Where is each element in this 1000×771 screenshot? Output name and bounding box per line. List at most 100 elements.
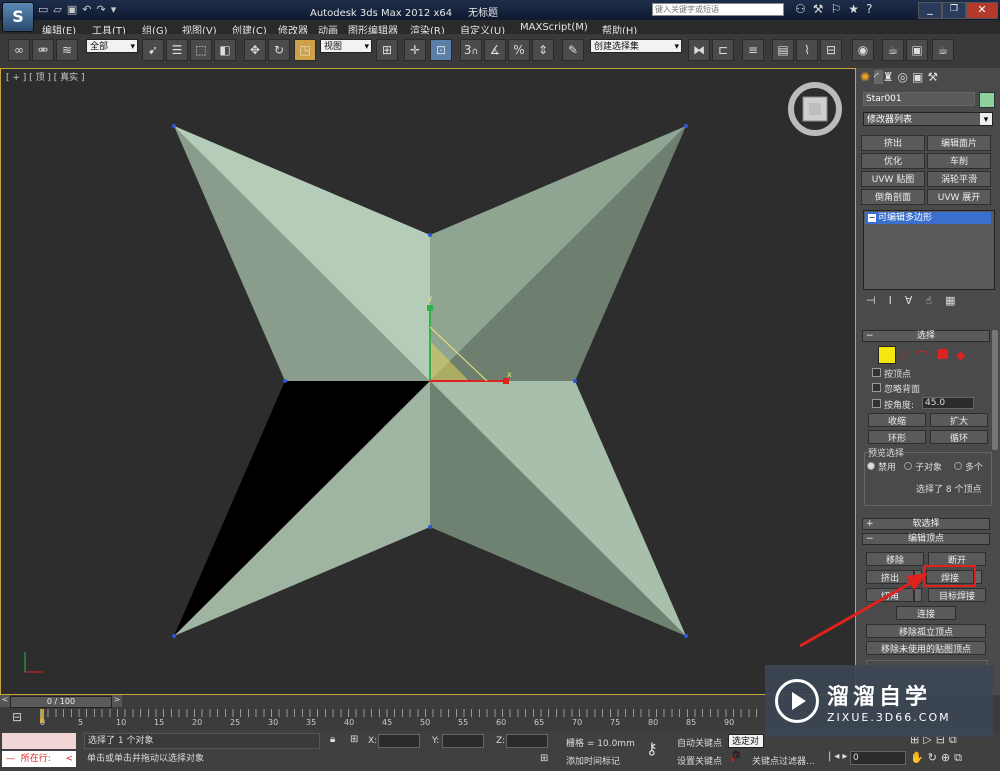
angle-input[interactable]: 45.0 bbox=[922, 397, 974, 409]
make-unique-icon[interactable]: ∀ bbox=[905, 294, 926, 307]
time-slider-prev-icon[interactable]: < bbox=[0, 695, 10, 707]
shrink-button[interactable]: 收缩 bbox=[868, 413, 926, 427]
soft-selection-rollout-header[interactable]: + 软选择 bbox=[862, 518, 990, 530]
bind-spacewarp-icon[interactable]: ≋ bbox=[56, 39, 78, 61]
rectangular-region-icon[interactable]: ⬚ bbox=[190, 39, 212, 61]
set-key-label[interactable]: 设置关键点 bbox=[677, 754, 722, 767]
app-logo-icon[interactable]: S bbox=[2, 2, 34, 32]
modifier-stack[interactable]: − 可编辑多边形 bbox=[863, 210, 995, 290]
target-weld-button[interactable]: 目标焊接 bbox=[928, 588, 986, 602]
loop-button[interactable]: 循环 bbox=[930, 430, 988, 444]
uvw-map-modifier-button[interactable]: UVW 贴图 bbox=[861, 171, 925, 187]
subscription-icon[interactable]: ⚐ bbox=[831, 2, 849, 16]
polygon-mode-icon[interactable] bbox=[938, 349, 948, 359]
viewport-top[interactable]: [ + ] [ 顶 ] [ 真实 ] y x bbox=[0, 68, 856, 695]
by-vertex-checkbox[interactable] bbox=[872, 368, 881, 377]
lathe-modifier-button[interactable]: 车削 bbox=[927, 153, 991, 169]
remove-button[interactable]: 移除 bbox=[866, 552, 924, 566]
dropdown-arrow-icon[interactable]: ▾ bbox=[111, 3, 122, 16]
time-slider[interactable]: 0 / 100 bbox=[10, 696, 112, 708]
material-editor-icon[interactable]: ◉ bbox=[852, 39, 874, 61]
selection-filter-dropdown[interactable]: 全部 ▾ bbox=[86, 39, 138, 53]
select-object-icon[interactable]: ➹ bbox=[142, 39, 164, 61]
render-setup-icon[interactable]: ☕ bbox=[882, 39, 904, 61]
schematic-view-icon[interactable]: ⊟ bbox=[820, 39, 842, 61]
remove-isolated-vertices-button[interactable]: 移除孤立顶点 bbox=[866, 624, 986, 638]
select-rotate-icon[interactable]: ↻ bbox=[268, 39, 290, 61]
mini-curve-editor-icon[interactable]: ⊟ bbox=[4, 710, 30, 728]
align-icon[interactable]: ⊏ bbox=[712, 39, 734, 61]
optimize-modifier-button[interactable]: 优化 bbox=[861, 153, 925, 169]
remove-modifier-icon[interactable]: ☝ bbox=[925, 294, 945, 307]
extrude-button[interactable]: 挤出 bbox=[866, 570, 914, 584]
unwrap-uvw-modifier-button[interactable]: UVW 展开 bbox=[927, 189, 991, 205]
remove-unused-map-verts-button[interactable]: 移除未使用的贴图顶点 bbox=[866, 641, 986, 655]
key-filters-button[interactable]: 关键点过滤器... bbox=[752, 754, 815, 767]
open-file-icon[interactable]: ▱ bbox=[53, 3, 66, 16]
binoculars-icon[interactable]: ⚇ bbox=[795, 2, 813, 16]
break-button[interactable]: 断开 bbox=[928, 552, 986, 566]
help-icon[interactable]: ? bbox=[866, 2, 879, 16]
render-production-icon[interactable]: ☕ bbox=[932, 39, 954, 61]
select-by-name-icon[interactable]: ☰ bbox=[166, 39, 188, 61]
spinner-snap-icon[interactable]: ⇕ bbox=[532, 39, 554, 61]
toggle-viewport-icon[interactable]: ⧉ bbox=[954, 751, 966, 764]
tools-icon[interactable]: ⚒ bbox=[813, 2, 831, 16]
modifier-list-dropdown[interactable]: 修改器列表 ▾ bbox=[863, 112, 993, 126]
window-crossing-icon[interactable]: ◧ bbox=[214, 39, 236, 61]
object-name-field[interactable]: Star001 bbox=[863, 92, 975, 106]
extrude-settings-icon[interactable] bbox=[914, 570, 922, 584]
connect-button[interactable]: 连接 bbox=[896, 606, 956, 620]
key-filters-icon[interactable]: √ bbox=[730, 752, 737, 765]
reference-coord-dropdown[interactable]: 视图 ▾ bbox=[320, 39, 372, 53]
chamfer-button[interactable]: 切角 bbox=[866, 588, 914, 602]
unlink-icon[interactable]: ⚮ bbox=[32, 39, 54, 61]
undo-icon[interactable]: ↶ bbox=[82, 3, 96, 16]
panel-scrollbar[interactable] bbox=[992, 330, 998, 450]
rendered-frame-icon[interactable]: ▣ bbox=[906, 39, 928, 61]
keyboard-shortcut-override-icon[interactable]: ⊡ bbox=[430, 39, 452, 61]
show-end-result-icon[interactable]: Ⅰ bbox=[889, 294, 905, 307]
current-frame-input[interactable]: 0 bbox=[850, 751, 906, 765]
timeline-ruler[interactable] bbox=[40, 709, 760, 717]
ignore-backfacing-checkbox[interactable] bbox=[872, 383, 881, 392]
viewcube-icon[interactable] bbox=[788, 82, 842, 136]
hierarchy-tab-icon[interactable]: ♜ bbox=[883, 70, 898, 84]
select-manipulate-icon[interactable]: ✛ bbox=[404, 39, 426, 61]
favorites-icon[interactable]: ★ bbox=[848, 2, 866, 16]
graphite-tools-icon[interactable]: ▤ bbox=[772, 39, 794, 61]
stack-item-editable-poly[interactable]: − 可编辑多边形 bbox=[865, 212, 991, 224]
preview-multi-radio[interactable] bbox=[954, 462, 962, 470]
time-slider-next-icon[interactable]: > bbox=[112, 695, 122, 707]
edit-patch-modifier-button[interactable]: 编辑面片 bbox=[927, 135, 991, 151]
key-mode-dropdown[interactable]: 选定对象 bbox=[728, 734, 764, 761]
y-coordinate-input[interactable] bbox=[442, 734, 484, 748]
extrude-modifier-button[interactable]: 挤出 bbox=[861, 135, 925, 151]
minimize-button[interactable]: _ bbox=[918, 2, 942, 19]
preview-subobject-radio[interactable] bbox=[904, 462, 912, 470]
star-mesh[interactable]: y x bbox=[1, 69, 857, 696]
snaps-toggle-icon[interactable]: 3∩ bbox=[460, 39, 482, 61]
curve-editor-icon[interactable]: ⌇ bbox=[796, 39, 818, 61]
orbit-icon[interactable]: ↻ bbox=[928, 751, 941, 764]
edit-named-selection-icon[interactable]: ✎ bbox=[562, 39, 584, 61]
create-tab-icon[interactable]: ✺ bbox=[860, 70, 874, 84]
auto-key-label[interactable]: 自动关键点 bbox=[677, 736, 722, 749]
save-file-icon[interactable]: ▣ bbox=[67, 3, 82, 16]
search-input[interactable]: 键入关键字或短语 bbox=[652, 3, 784, 16]
edit-vertices-rollout-header[interactable]: − 编辑顶点 bbox=[862, 533, 990, 545]
key-icon[interactable]: ⚷ bbox=[646, 739, 658, 758]
angle-snap-icon[interactable]: ∡ bbox=[484, 39, 506, 61]
absolute-mode-icon[interactable]: ⊞ bbox=[350, 734, 358, 745]
selection-lock-icon[interactable]: 🔒︎ bbox=[330, 734, 335, 745]
vertex-mode-icon[interactable] bbox=[878, 346, 896, 364]
percent-snap-icon[interactable]: % bbox=[508, 39, 530, 61]
select-move-icon[interactable]: ✥ bbox=[244, 39, 266, 61]
pan-view-icon[interactable]: ✋ bbox=[910, 751, 928, 764]
pivot-center-icon[interactable]: ⊞ bbox=[376, 39, 398, 61]
maxscript-listener-mini[interactable] bbox=[2, 733, 76, 749]
bevel-profile-modifier-button[interactable]: 倒角剖面 bbox=[861, 189, 925, 205]
preview-off-radio[interactable] bbox=[867, 462, 875, 470]
border-mode-icon[interactable]: ⌒ bbox=[916, 348, 928, 365]
x-coordinate-input[interactable] bbox=[378, 734, 420, 748]
